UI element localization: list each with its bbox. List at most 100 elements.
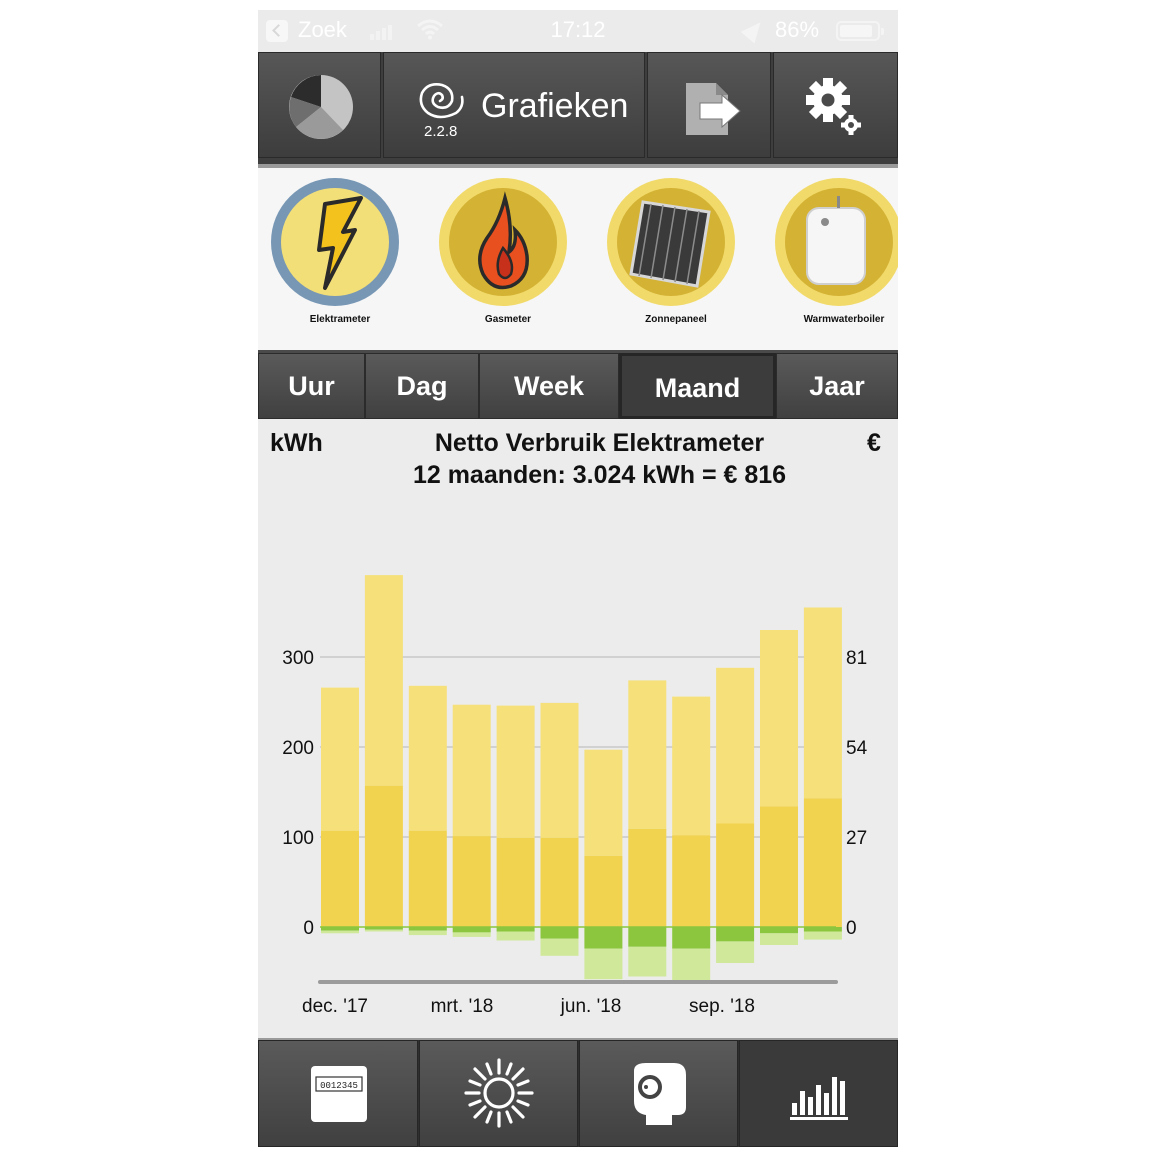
meter-label: Gasmeter (484, 314, 532, 325)
bar-return-light (803, 931, 842, 940)
meter-label: Warmwaterboiler (803, 314, 885, 325)
chart-title: Netto Verbruik Elektrameter (434, 429, 765, 457)
bar-return-light (584, 948, 623, 980)
bar-total (364, 575, 403, 786)
bar-return-light (408, 930, 447, 936)
bar-return-dark (672, 927, 711, 949)
right-tick-label: 0 (846, 918, 857, 939)
bar-total (408, 685, 447, 831)
meter-label: Elektrameter (309, 314, 371, 325)
tab-maand[interactable]: Maand (619, 353, 776, 419)
period-tabs: Uur Dag Week Maand Jaar (258, 353, 898, 419)
left-tick-label: 200 (282, 738, 314, 759)
meter-warmwaterboiler[interactable]: Warmwaterboiler (762, 176, 898, 341)
bottom-nav: 0012345 (258, 1038, 898, 1147)
bar-return-light (716, 941, 755, 963)
export-button[interactable] (647, 52, 771, 158)
gear-icon (806, 78, 861, 135)
pie-chart-icon (289, 75, 353, 139)
bar-total (672, 696, 711, 836)
tab-dag[interactable]: Dag (365, 353, 479, 419)
flame-icon (478, 191, 529, 290)
x-tick-label: mrt. '18 (431, 996, 494, 1017)
nav-solar[interactable] (419, 1040, 578, 1147)
right-tick-label: 27 (846, 828, 867, 849)
bar-base (584, 855, 623, 927)
bar-base (672, 835, 711, 927)
meter-elektrameter[interactable]: Elektrameter (258, 176, 418, 341)
lightning-icon (317, 196, 363, 290)
bar-return-light (672, 948, 711, 982)
app-title-block: 2.2.8 Grafieken (383, 52, 645, 158)
status-bar: Zoek 17:12 86% (258, 10, 898, 52)
bar-total (716, 667, 755, 824)
bar-total (803, 607, 842, 799)
spiral-logo-icon (419, 83, 464, 119)
meter-display-value: 0012345 (320, 1081, 358, 1091)
meter-label: Zonnepaneel (645, 314, 707, 325)
meter-gasmeter[interactable]: Gasmeter (426, 176, 586, 341)
nav-meter-readings[interactable]: 0012345 (258, 1040, 418, 1147)
settings-button[interactable] (773, 52, 898, 158)
bar-total (628, 680, 667, 829)
battery-percentage: 86% (775, 17, 820, 42)
bar-total (496, 705, 535, 838)
smart-plug-icon (634, 1063, 686, 1125)
bar-return-light (321, 930, 359, 934)
bar-base (628, 828, 667, 927)
bar-return-dark (628, 927, 667, 947)
app-version: 2.2.8 (424, 123, 458, 140)
left-tick-label: 0 (303, 918, 314, 939)
x-tick-label: dec. '17 (302, 996, 368, 1017)
x-axis (318, 980, 838, 984)
bar-return-dark (584, 927, 623, 949)
tab-week[interactable]: Week (479, 353, 619, 419)
nav-charts[interactable] (739, 1040, 898, 1147)
sun-icon (464, 1058, 534, 1128)
bar-base (716, 823, 755, 927)
bar-base (321, 830, 359, 927)
top-toolbar: 2.2.8 Grafieken (258, 52, 898, 168)
bar-return-light (760, 933, 798, 945)
chart-panel: 0 100 200 300 0 27 54 81 dec. '17 mrt. '18 jun. '1… (258, 419, 898, 1038)
bar-base (408, 830, 447, 927)
boiler-icon (806, 196, 866, 285)
bar-return-dark (760, 927, 798, 934)
bar-base (452, 836, 491, 927)
battery-icon (836, 21, 884, 41)
meter-selector: Elektrameter Gasmeter Zonnepaneel Warmwa… (258, 168, 898, 353)
bar-return-dark (452, 927, 491, 933)
export-icon (686, 83, 741, 135)
chart-subtitle: 12 maanden: 3.024 kWh = € 816 (412, 461, 787, 489)
bar-total (760, 630, 798, 807)
bar-base (760, 806, 798, 927)
meter-display-icon: 0012345 (311, 1066, 367, 1122)
bar-total (540, 702, 579, 838)
right-tick-label: 54 (846, 738, 868, 759)
x-tick-label: jun. '18 (560, 996, 622, 1017)
bar-return-light (628, 946, 667, 977)
left-tick-label: 300 (282, 648, 314, 669)
bar-return-dark (716, 927, 755, 942)
bar-return-light (452, 932, 491, 937)
bar-return-light (496, 931, 535, 941)
bar-total (452, 704, 491, 837)
bar-base (364, 785, 403, 927)
phone-screen: Zoek 17:12 86% 2.2.8 Grafieken Elektrame… (258, 10, 898, 1147)
solar-panel-icon (629, 200, 711, 288)
tab-uur[interactable]: Uur (258, 353, 365, 419)
right-tick-label: 81 (846, 648, 867, 669)
tab-jaar[interactable]: Jaar (776, 353, 898, 419)
nav-smart-plug[interactable] (579, 1040, 738, 1147)
bar-base (540, 837, 579, 927)
page-title: Grafieken (481, 87, 629, 125)
x-tick-label: sep. '18 (689, 996, 755, 1017)
bar-total (584, 749, 623, 856)
bar-base (496, 837, 535, 927)
pie-chart-button[interactable] (258, 52, 381, 158)
meter-zonnepaneel[interactable]: Zonnepaneel (594, 176, 754, 341)
left-tick-label: 100 (282, 828, 314, 849)
bar-return-light (364, 929, 403, 932)
bar-return-light (540, 938, 579, 956)
bar-return-dark (540, 927, 579, 939)
